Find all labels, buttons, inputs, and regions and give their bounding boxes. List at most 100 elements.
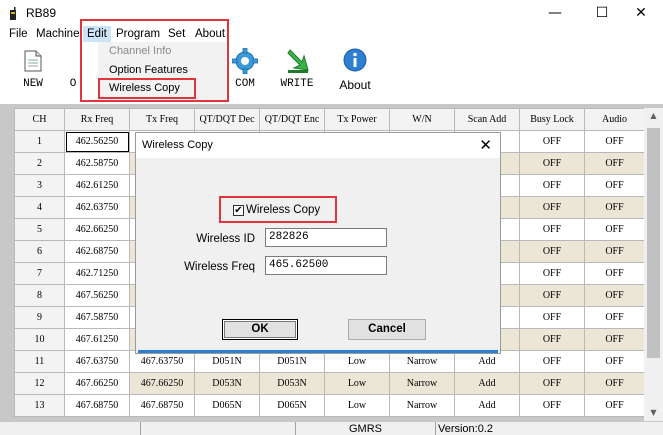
cell-enc[interactable]: D053N	[259, 372, 325, 395]
cell-busy[interactable]: OFF	[519, 284, 585, 307]
cell-tx[interactable]: 467.68750	[129, 394, 195, 417]
cell-busy[interactable]: OFF	[519, 152, 585, 175]
wireless-id-field[interactable]: 282826	[265, 228, 387, 247]
cell-scan[interactable]: Add	[454, 372, 520, 395]
cell-dec[interactable]: D065N	[194, 394, 260, 417]
cell-power[interactable]: Low	[324, 394, 390, 417]
cell-audio[interactable]: OFF	[584, 394, 645, 417]
cell-rx[interactable]: 462.58750	[64, 152, 130, 175]
cell-audio[interactable]: OFF	[584, 350, 645, 373]
cell-audio[interactable]: OFF	[584, 262, 645, 285]
cell-rx[interactable]: 467.63750	[64, 350, 130, 373]
col-header-rx-freq[interactable]: Rx Freq	[64, 108, 130, 131]
write-label: WRITE	[280, 78, 314, 90]
cell-audio[interactable]: OFF	[584, 284, 645, 307]
about-label: About	[339, 78, 371, 92]
cell-audio[interactable]: OFF	[584, 152, 645, 175]
cell-busy[interactable]: OFF	[519, 372, 585, 395]
cell-wn[interactable]: Narrow	[389, 372, 455, 395]
cell-power[interactable]: Low	[324, 372, 390, 395]
cell-ch[interactable]: 8	[14, 284, 65, 307]
cell-busy[interactable]: OFF	[519, 394, 585, 417]
col-header-qt-dec[interactable]: QT/DQT Dec	[194, 108, 260, 131]
col-header-tx-freq[interactable]: Tx Freq	[129, 108, 195, 131]
minimize-button[interactable]: —	[537, 2, 573, 24]
cell-wn[interactable]: Narrow	[389, 394, 455, 417]
col-header-busy-lock[interactable]: Busy Lock	[519, 108, 585, 131]
info-icon	[343, 48, 367, 72]
cancel-button[interactable]: Cancel	[348, 319, 426, 340]
cell-scan[interactable]: Add	[454, 394, 520, 417]
scroll-down-icon[interactable]: ▼	[644, 405, 663, 421]
cell-ch[interactable]: 6	[14, 240, 65, 263]
cell-audio[interactable]: OFF	[584, 372, 645, 395]
cell-audio[interactable]: OFF	[584, 174, 645, 197]
cell-ch[interactable]: 1	[14, 130, 65, 153]
wireless-copy-checkbox[interactable]: ✔	[233, 205, 244, 216]
cell-busy[interactable]: OFF	[519, 240, 585, 263]
cell-rx[interactable]: 467.66250	[64, 372, 130, 395]
cell-rx[interactable]: 467.56250	[64, 284, 130, 307]
cell-ch[interactable]: 2	[14, 152, 65, 175]
cell-busy[interactable]: OFF	[519, 174, 585, 197]
about-button[interactable]: About	[334, 42, 376, 100]
col-header-audio[interactable]: Audio	[584, 108, 645, 131]
com-button[interactable]: COM	[228, 42, 262, 100]
col-header-wn[interactable]: W/N	[389, 108, 455, 131]
cell-audio[interactable]: OFF	[584, 240, 645, 263]
cell-ch[interactable]: 11	[14, 350, 65, 373]
cell-ch[interactable]: 3	[14, 174, 65, 197]
menu-machine[interactable]: Machine	[36, 26, 79, 42]
cell-busy[interactable]: OFF	[519, 218, 585, 241]
cell-dec[interactable]: D053N	[194, 372, 260, 395]
cell-rx[interactable]: 462.68750	[64, 240, 130, 263]
cell-busy[interactable]: OFF	[519, 196, 585, 219]
cell-rx[interactable]: 462.63750	[64, 196, 130, 219]
table-row[interactable]: 13 467.68750 467.68750 D065N D065N Low Narrow A…	[14, 394, 645, 417]
col-header-scan-add[interactable]: Scan Add	[454, 108, 520, 131]
cell-ch[interactable]: 5	[14, 218, 65, 241]
cell-busy[interactable]: OFF	[519, 262, 585, 285]
dialog-close-icon[interactable]: ✕	[479, 136, 492, 154]
table-row[interactable]: 12 467.66250 467.66250 D053N D053N Low Narrow A…	[14, 372, 645, 395]
cell-ch[interactable]: 12	[14, 372, 65, 395]
cell-rx[interactable]: 467.68750	[64, 394, 130, 417]
cell-busy[interactable]: OFF	[519, 130, 585, 153]
cell-audio[interactable]: OFF	[584, 328, 645, 351]
maximize-button[interactable]: ☐	[584, 2, 620, 24]
wireless-freq-field[interactable]: 465.62500	[265, 256, 387, 275]
cell-audio[interactable]: OFF	[584, 306, 645, 329]
close-button[interactable]: ✕	[623, 2, 659, 24]
cell-audio[interactable]: OFF	[584, 130, 645, 153]
cell-audio[interactable]: OFF	[584, 196, 645, 219]
write-button[interactable]: WRITE	[276, 42, 318, 100]
cell-audio[interactable]: OFF	[584, 218, 645, 241]
open-button[interactable]: O	[66, 42, 80, 100]
vertical-scrollbar[interactable]: ▲ ▼	[644, 108, 663, 421]
cell-busy[interactable]: OFF	[519, 306, 585, 329]
cell-rx[interactable]: 462.56250	[64, 130, 130, 153]
cell-rx[interactable]: 467.61250	[64, 328, 130, 351]
cell-ch[interactable]: 4	[14, 196, 65, 219]
scroll-up-icon[interactable]: ▲	[644, 108, 663, 124]
cell-ch[interactable]: 7	[14, 262, 65, 285]
cell-busy[interactable]: OFF	[519, 328, 585, 351]
cell-ch[interactable]: 10	[14, 328, 65, 351]
col-header-tx-power[interactable]: Tx Power	[324, 108, 390, 131]
cell-ch[interactable]: 9	[14, 306, 65, 329]
cell-ch[interactable]: 13	[14, 394, 65, 417]
scroll-thumb[interactable]	[647, 128, 660, 358]
cell-rx[interactable]: 462.61250	[64, 174, 130, 197]
cell-enc[interactable]: D065N	[259, 394, 325, 417]
menu-file[interactable]: File	[9, 26, 28, 42]
col-header-ch[interactable]: CH	[14, 108, 65, 131]
window-title: RB89	[26, 6, 57, 20]
col-header-qt-enc[interactable]: QT/DQT Enc	[259, 108, 325, 131]
ok-button[interactable]: OK	[222, 319, 298, 340]
new-button[interactable]: NEW	[14, 42, 52, 100]
cell-tx[interactable]: 467.66250	[129, 372, 195, 395]
cell-busy[interactable]: OFF	[519, 350, 585, 373]
cell-rx[interactable]: 462.66250	[64, 218, 130, 241]
cell-rx[interactable]: 467.58750	[64, 306, 130, 329]
cell-rx[interactable]: 462.71250	[64, 262, 130, 285]
